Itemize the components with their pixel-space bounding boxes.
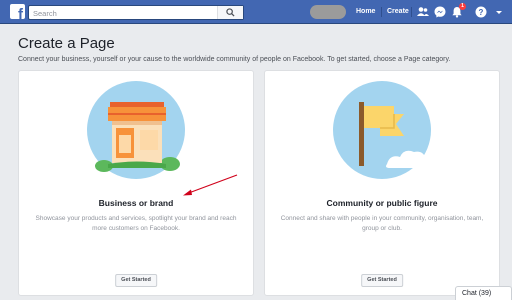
friends-icon[interactable] [416,5,430,19]
notification-badge: 1 [459,3,466,10]
card-title: Community or public figure [326,198,438,208]
nav-divider [411,7,412,17]
profile-avatar[interactable] [310,5,346,19]
storefront-icon [87,81,185,179]
community-or-public-figure-card[interactable]: Community or public figure Connect and s… [264,70,500,296]
page-subtitle: Connect your business, yourself or your … [18,56,451,63]
get-started-community-button[interactable]: Get Started [361,274,403,287]
search-box [28,5,244,20]
search-icon [226,8,235,17]
page-title: Create a Page [18,35,115,52]
card-title: Business or brand [98,198,174,208]
chat-tab[interactable]: Chat (39) [455,286,512,300]
card-description: Connect and share with people in your co… [280,215,484,232]
logo-letter: f [18,6,23,19]
get-started-business-button[interactable]: Get Started [115,274,157,287]
svg-text:?: ? [479,8,484,17]
messenger-icon[interactable] [433,5,447,19]
red-arrow-annotation-icon [183,174,238,196]
search-input[interactable] [33,7,213,19]
flag-icon [333,81,431,179]
search-button[interactable] [217,6,243,19]
create-link[interactable]: Create [387,8,409,15]
chevron-down-icon[interactable] [492,5,506,19]
top-navigation-bar: f Home Create 1 ? [0,0,512,24]
card-description: Showcase your products and services, spo… [35,215,237,232]
nav-divider [381,7,382,17]
home-link[interactable]: Home [356,8,375,15]
facebook-logo-icon[interactable]: f [10,4,25,19]
help-icon[interactable]: ? [474,5,488,19]
